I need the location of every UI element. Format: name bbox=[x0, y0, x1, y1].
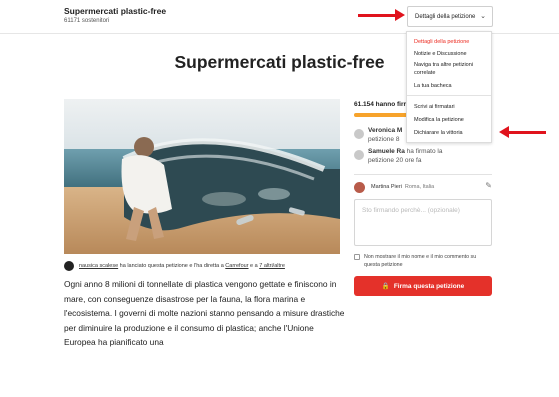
chevron-down-icon: ⌄ bbox=[480, 13, 486, 20]
petition-body-text: Ogni anno 8 milioni di tonnellate di pla… bbox=[64, 279, 345, 347]
author-text-2: e a bbox=[248, 263, 260, 269]
menu-item-dashboard[interactable]: La tua bacheca bbox=[414, 82, 490, 90]
user-icon bbox=[354, 150, 364, 160]
top-bar: Supermercati plastic-free 61171 sostenit… bbox=[0, 0, 559, 34]
menu-item-declare-victory[interactable]: Dichiarare la vittoria bbox=[414, 129, 490, 137]
petition-author-line: nausica scalese ha lanciato questa petiz… bbox=[64, 259, 344, 273]
recent-signer-detail: petizione 20 ore fa bbox=[368, 157, 422, 164]
recent-signer-detail: petizione 8 bbox=[368, 136, 400, 143]
signature-count: 61.154 hanno firm bbox=[354, 101, 410, 108]
menu-item-petition-details[interactable]: Dettagli della petizione bbox=[414, 38, 490, 46]
recent-signer-name: Samuele Ra bbox=[368, 148, 405, 155]
author-link[interactable]: nausica scalese bbox=[79, 263, 118, 269]
hide-name-label: Non mostrare il mio nome e il mio commen… bbox=[364, 254, 477, 268]
petition-hero-image bbox=[64, 99, 340, 254]
menu-item-news[interactable]: Notizie e Discussione bbox=[414, 50, 490, 58]
details-dropdown-label: Dettagli della petizione bbox=[415, 13, 476, 20]
menu-item-related-petitions[interactable]: Naviga tra altre petizioni correlate bbox=[414, 61, 490, 77]
user-icon bbox=[354, 129, 364, 139]
hide-name-checkbox[interactable] bbox=[354, 254, 360, 260]
menu-item-edit-petition[interactable]: Modifica la petizione bbox=[414, 116, 490, 124]
annotation-arrow-icon bbox=[358, 9, 405, 21]
current-user-location: Roma, Italia bbox=[404, 184, 435, 190]
author-text-1: ha lanciato questa petizione e l'ha dire… bbox=[118, 263, 226, 269]
edit-pencil-icon[interactable]: ✎ bbox=[485, 181, 492, 190]
menu-divider bbox=[407, 95, 491, 96]
header-supporters-count: 61171 sostenitori bbox=[64, 18, 110, 24]
author-avatar bbox=[64, 261, 74, 271]
petition-menu: Dettagli della petizione Notizie e Discu… bbox=[406, 31, 492, 143]
target-link-carrefour[interactable]: Carrefour bbox=[225, 263, 248, 269]
section-divider bbox=[354, 174, 492, 175]
header-petition-name: Supermercati plastic-free bbox=[64, 6, 167, 16]
sign-petition-button[interactable]: 🔒 Firma questa petizione bbox=[354, 276, 492, 296]
recent-signer-suffix: ha firmato la bbox=[406, 148, 443, 155]
sign-button-label: Firma questa petizione bbox=[393, 282, 465, 290]
current-user-name: Martina Pieri bbox=[371, 184, 402, 190]
current-user-avatar bbox=[354, 181, 365, 193]
lock-icon: 🔒 bbox=[381, 283, 390, 290]
current-user-row: Martina Pieri Roma, Italia ✎ bbox=[354, 180, 492, 194]
petition-details-dropdown[interactable]: Dettagli della petizione ⌄ bbox=[407, 6, 493, 27]
target-link-others[interactable]: 7 altri/altre bbox=[259, 263, 285, 269]
annotation-arrow-icon bbox=[499, 126, 546, 138]
menu-item-write-signers[interactable]: Scrivi ai firmatari bbox=[414, 103, 490, 111]
reason-textarea[interactable]: Sto firmando perchè... (opzionale) bbox=[354, 199, 492, 246]
recent-signer-name: Veronica M bbox=[368, 127, 403, 134]
